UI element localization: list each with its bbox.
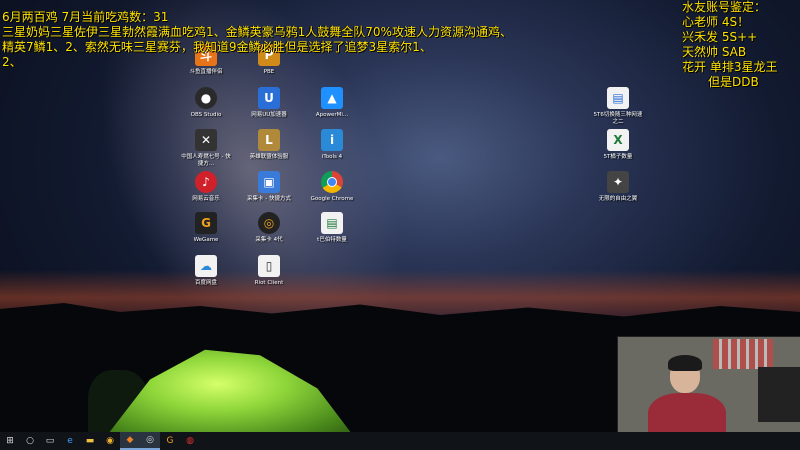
overlay-left-line: 精英7鳞1、2、索然无味三星赛芬，我知道9金鳞必胜但是选择了追梦3星索尔1、 (2, 40, 432, 54)
webcam-feed (617, 336, 800, 437)
desktop-icon-wegame[interactable]: G WeGame (179, 212, 233, 244)
capture-card-4-icon: ◎ (258, 212, 280, 234)
desktop-icon-baidu-pan[interactable]: ☁ 百度网盘 (179, 255, 233, 287)
icon-label: Riot Client (254, 280, 284, 286)
start-icon[interactable]: ⊞ (0, 432, 20, 450)
icon-label: iTools 4 (321, 154, 343, 160)
icon-label: 英雄联盟体验服 (249, 154, 289, 160)
excel-icon: X (607, 129, 629, 151)
document-icon: ▤ (607, 87, 629, 109)
streamer-hair (668, 355, 702, 371)
streamer (648, 355, 726, 436)
desktop-icon-excel[interactable]: X 5T橘子数量 (591, 129, 645, 161)
icon-label: 采集卡 - 快捷方式 (247, 196, 291, 202)
edge-icon[interactable]: e (60, 432, 80, 450)
chrome-icon[interactable]: ◉ (100, 432, 120, 450)
desktop-icon-app19[interactable]: ✦ 无限的自由之翼 (591, 171, 645, 203)
capture-card-icon: ▣ (258, 171, 280, 193)
baidu-pan-icon: ☁ (195, 255, 217, 277)
icon-label: 百度网盘 (194, 280, 217, 286)
app-icon: ✦ (607, 171, 629, 193)
desktop-icon-riot[interactable]: ▯ Riot Client (242, 255, 296, 287)
desktop-icon-app6[interactable]: ✕ 中国人寿燃七号 - 快捷方... (179, 129, 233, 168)
explorer-icon[interactable]: ▬ (80, 432, 100, 450)
desktop-icon-chrome[interactable]: Google Chrome (305, 171, 359, 203)
netease-music-icon: ♪ (195, 171, 217, 193)
icon-label: 采集卡 4代 (255, 237, 283, 243)
wegame-icon: G (195, 212, 217, 234)
taskbar: ⊞ ○ ▭ e ▬ ◉ ◆ ◎ G ◍ (0, 432, 800, 450)
icon-label: t巴伯特数量 (317, 237, 347, 243)
desktop-icon-doc[interactable]: ▤ t巴伯特数量 (305, 212, 359, 244)
icon-label: 中国人寿燃七号 - 快捷方... (181, 154, 231, 167)
search-icon[interactable]: ○ (20, 432, 40, 450)
douyu-icon[interactable]: ◆ (120, 432, 140, 450)
stream-overlay-left: 6月两百鸡 7月当前吃鸡数：31 三星奶妈三星佐伊三星勃然霞满血吃鸡1、金鳞英豪… (2, 10, 512, 70)
lol-icon: L (258, 129, 280, 151)
icon-label: ApowerMi... (315, 112, 349, 118)
icon-label: 网易云音乐 (192, 196, 220, 202)
overlay-right-line: 花开 单排3星龙王 (682, 60, 778, 74)
obs-icon[interactable]: ◎ (140, 432, 160, 450)
icon-label: PBE (263, 69, 275, 75)
icon-label: Google Chrome (310, 196, 354, 202)
desktop-icon-uu[interactable]: U 网易UU加速器 (242, 87, 296, 119)
wegame-icon[interactable]: G (160, 432, 180, 450)
overlay-right-line: 心老师 4S！ (682, 15, 750, 29)
overlay-right-line: 但是DDB (708, 75, 759, 89)
obs-icon: ● (195, 87, 217, 109)
overlay-left-line: 6月两百鸡 7月当前吃鸡数：31 (2, 10, 169, 24)
desktop-icon-apowermirror[interactable]: ▲ ApowerMi... (305, 87, 359, 119)
desktop-icon-doc2[interactable]: ▤ 5T6切换随三种网速之二 (591, 87, 645, 126)
icon-label: 5T6切换随三种网速之二 (593, 112, 643, 125)
app-icon: ✕ (195, 129, 217, 151)
riot-client-icon: ▯ (258, 255, 280, 277)
desktop-icon-obs[interactable]: ● OBS Studio (179, 87, 233, 119)
desktop-icon-lol-pbe[interactable]: L 英雄联盟体验服 (242, 129, 296, 161)
icon-label: WeGame (193, 237, 219, 243)
icon-label: 5T橘子数量 (603, 154, 633, 160)
overlay-right-line: 天然帅 SAB (682, 45, 747, 59)
uu-accelerator-icon: U (258, 87, 280, 109)
overlay-left-line: 三星奶妈三星佐伊三星勃然霞满血吃鸡1、金鳞英豪乌鸦1人鼓舞全队70%攻速人力资源… (2, 25, 512, 39)
overlay-right-line: 兴禾发 5S++ (682, 30, 758, 44)
overlay-right-line: 水友账号鉴定： (682, 0, 767, 14)
apowermirror-icon: ▲ (321, 87, 343, 109)
icon-label: OBS Studio (190, 112, 222, 118)
document-icon: ▤ (321, 212, 343, 234)
streamer-body (648, 393, 726, 436)
desktop-icon-netease-music[interactable]: ♪ 网易云音乐 (179, 171, 233, 203)
task-view-icon[interactable]: ▭ (40, 432, 60, 450)
overlay-left-line: 2、 (2, 55, 22, 69)
icon-label: 斗鱼直播伴侣 (189, 69, 223, 75)
icon-label: 网易UU加速器 (251, 112, 287, 118)
webcam-background-shelf (713, 339, 773, 369)
netease-music-icon[interactable]: ◍ (180, 432, 200, 450)
desktop-icon-capture4[interactable]: ◎ 采集卡 4代 (242, 212, 296, 244)
desktop-icon-capture[interactable]: ▣ 采集卡 - 快捷方式 (242, 171, 296, 203)
stream-overlay-right: 水友账号鉴定： 心老师 4S！ 兴禾发 5S++ 天然帅 SAB 花开 单排3星… (682, 0, 777, 90)
desktop-icon-itools[interactable]: i iTools 4 (305, 129, 359, 161)
icon-label: 无限的自由之翼 (598, 196, 638, 202)
itools-icon: i (321, 129, 343, 151)
chrome-icon (321, 171, 343, 193)
webcam-monitor (758, 367, 800, 422)
